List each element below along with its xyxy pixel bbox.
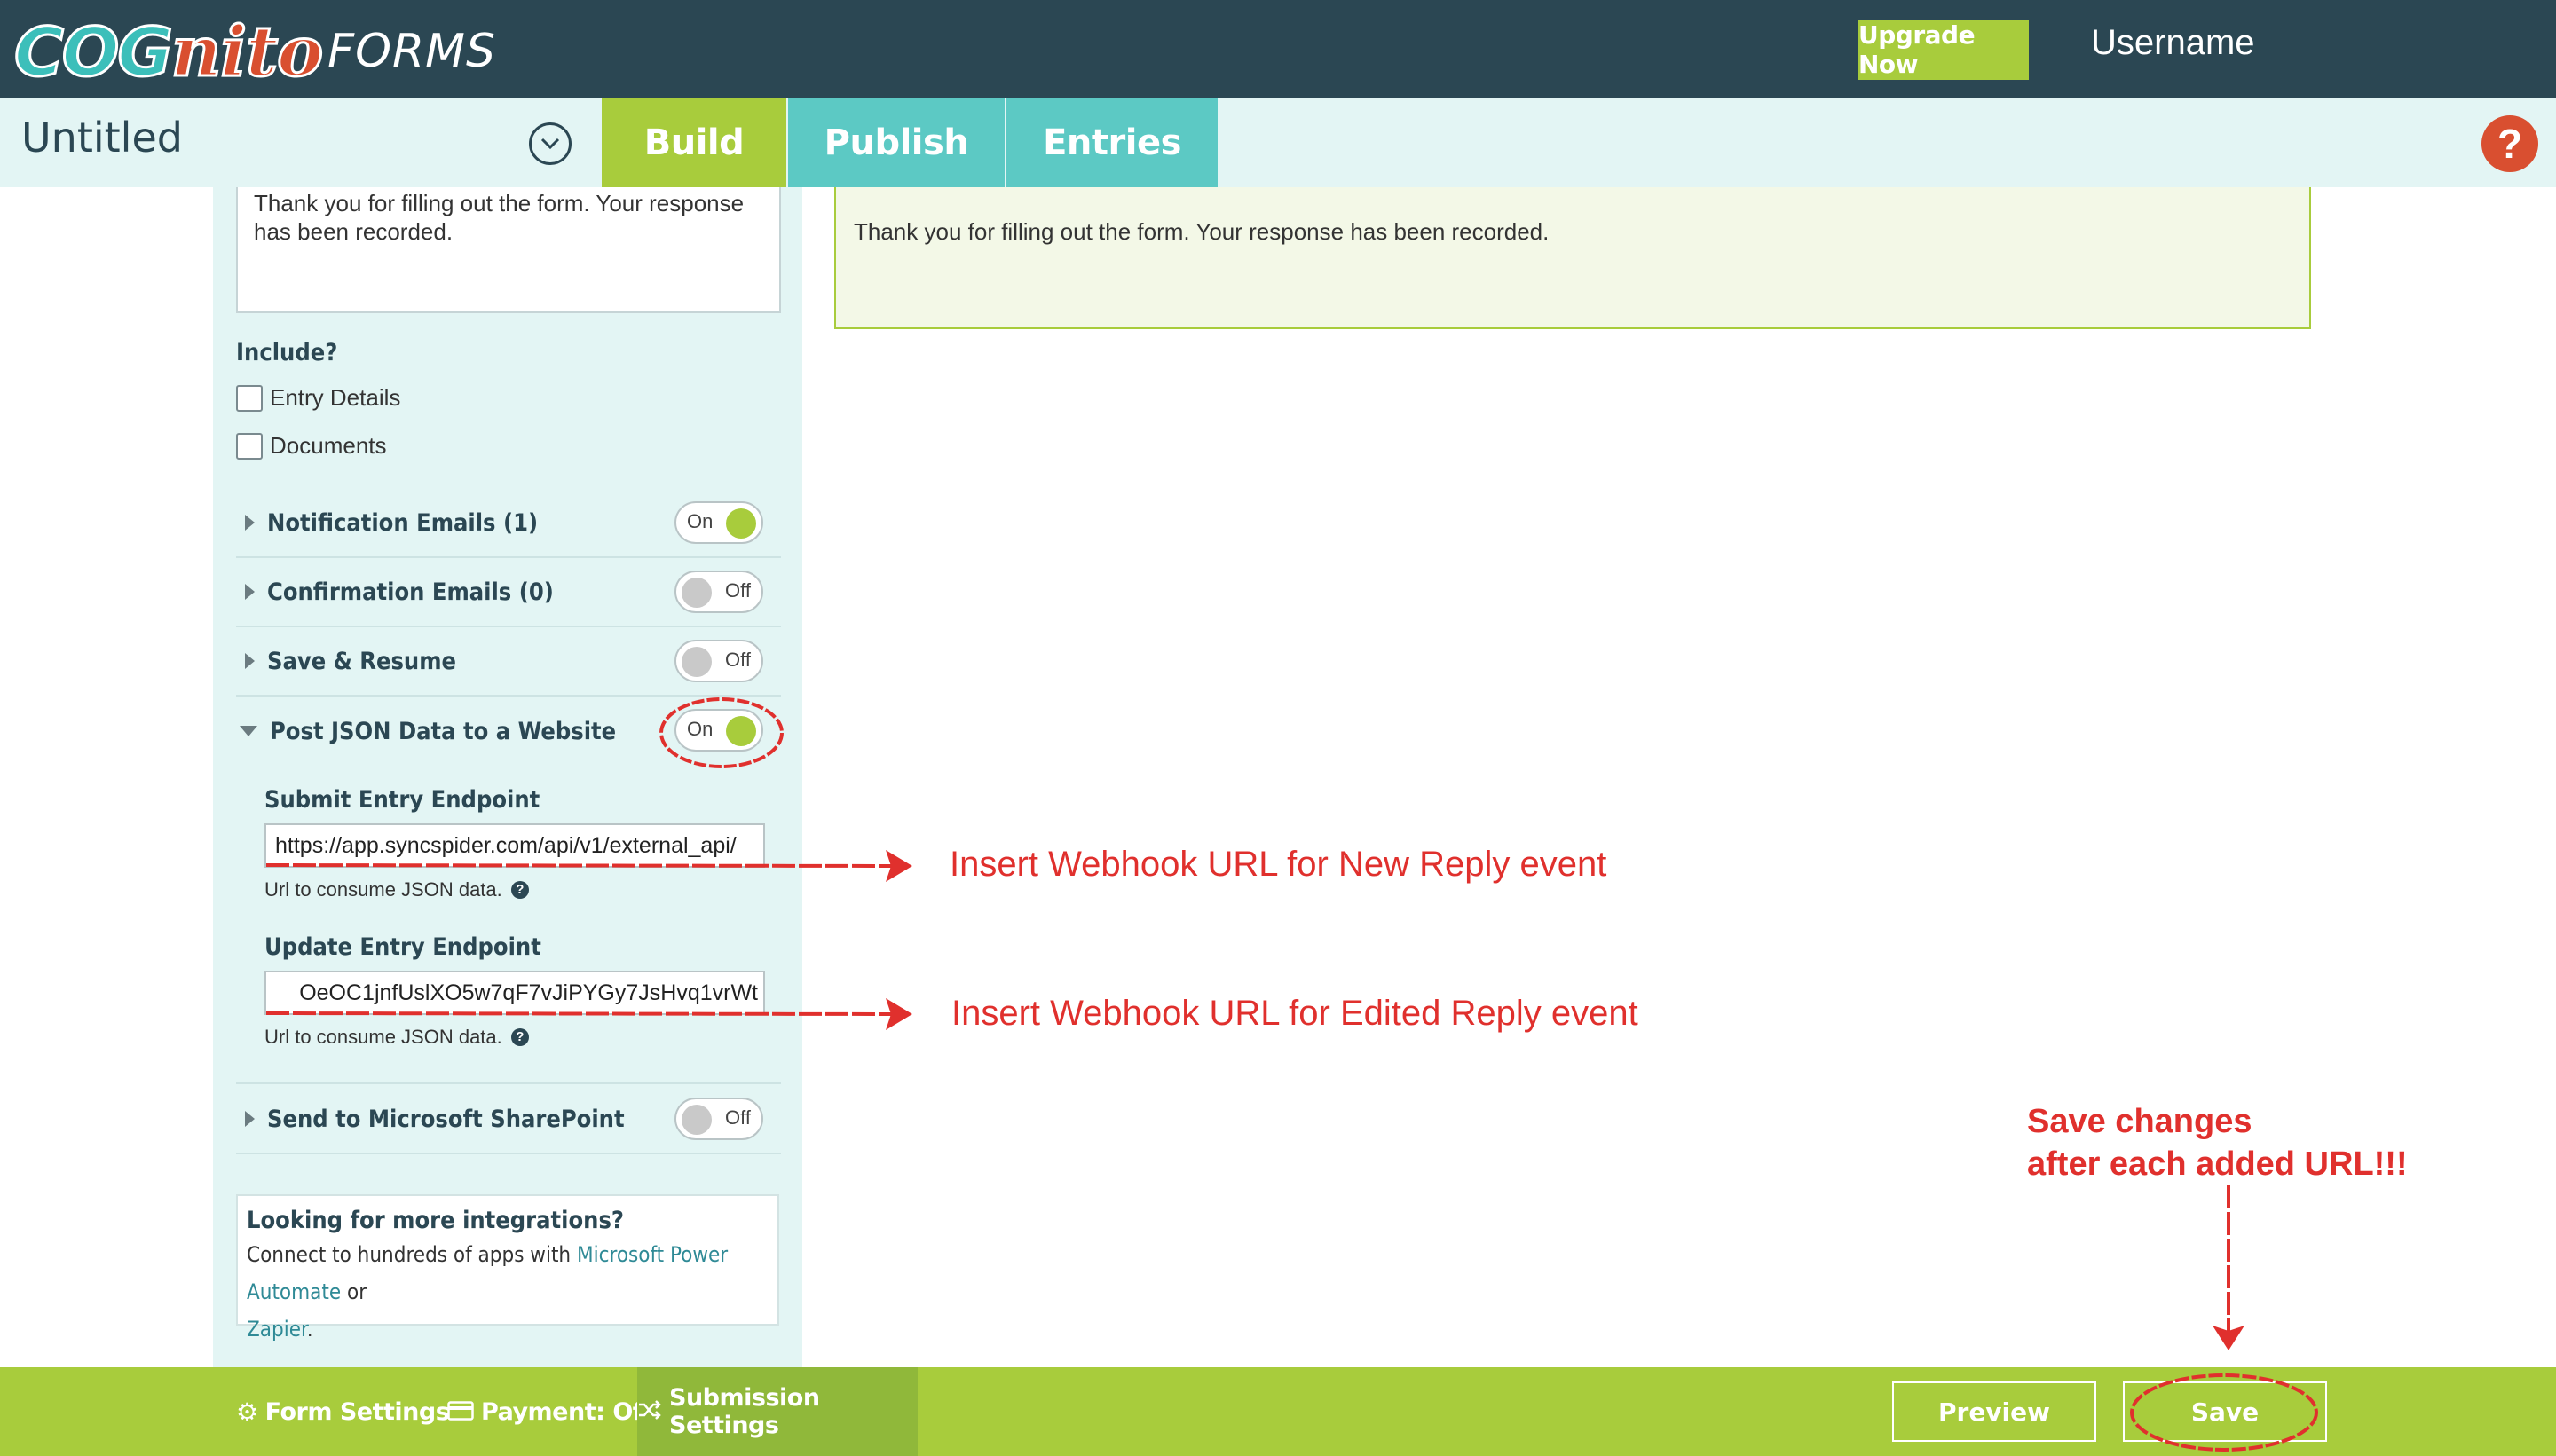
confirmation-preview-box (834, 187, 2311, 329)
section-notification-emails[interactable]: Notification Emails (1) On (236, 489, 781, 558)
logo-nito-text: nito (170, 10, 324, 93)
confirmation-preview-text: Thank you for filling out the form. Your… (854, 218, 1550, 245)
section-label: Post JSON Data to a Website (270, 717, 617, 745)
integrations-text: Connect to hundreds of apps with Microso… (247, 1236, 769, 1348)
credit-card-icon (447, 1397, 474, 1427)
username-menu[interactable]: Username (2091, 23, 2255, 63)
gear-icon: ⚙ (236, 1397, 258, 1427)
section-save-resume[interactable]: Save & Resume Off (236, 627, 781, 697)
documents-label: Documents (270, 432, 387, 459)
tab-build[interactable]: Build (602, 98, 786, 187)
submit-endpoint-value: https://app.syncspider.com/api/v1/extern… (275, 832, 737, 858)
toggle-knob (682, 578, 712, 608)
section-confirmation-emails[interactable]: Confirmation Emails (0) Off (236, 558, 781, 627)
integrations-title: Looking for more integrations? (247, 1207, 625, 1234)
save-resume-toggle[interactable]: Off (674, 640, 763, 682)
integrations-mid: or (341, 1279, 367, 1304)
help-icon[interactable]: ? (2481, 115, 2538, 172)
help-text: Url to consume JSON data. (264, 1026, 502, 1048)
annotation-new-reply: Insert Webhook URL for New Reply event (950, 845, 1607, 884)
save-button[interactable]: Save (2123, 1381, 2327, 1442)
submit-endpoint-input[interactable]: https://app.syncspider.com/api/v1/extern… (264, 823, 765, 868)
section-post-json[interactable]: Post JSON Data to a Website On (236, 697, 781, 766)
sharepoint-toggle[interactable]: Off (674, 1098, 763, 1140)
chevron-down-icon[interactable] (529, 122, 572, 165)
include-label: Include? (236, 339, 338, 366)
post-json-toggle[interactable]: On (674, 709, 763, 752)
toggle-label: On (687, 718, 714, 740)
toggle-label: Off (725, 579, 751, 602)
form-settings-label: Form Settings (264, 1397, 450, 1426)
section-label: Confirmation Emails (0) (267, 578, 554, 606)
toggle-label: Off (725, 649, 751, 671)
expand-arrow-icon (245, 653, 255, 669)
form-nav-bar (0, 98, 2556, 187)
notification-emails-toggle[interactable]: On (674, 501, 763, 544)
entry-details-checkbox[interactable] (236, 384, 263, 412)
form-title[interactable]: Untitled (21, 114, 183, 161)
confirmation-emails-toggle[interactable]: Off (674, 571, 763, 613)
integrations-suffix: . (306, 1317, 313, 1342)
payment-label: Payment: Off (481, 1397, 653, 1426)
update-endpoint-input[interactable]: OeOC1jnfUslXO5w7qF7vJiPYGy7JsHvq1vrWt (264, 971, 765, 1015)
annotation-arrow-save-down (2213, 1185, 2244, 1350)
entry-details-label: Entry Details (270, 384, 401, 411)
confirmation-message-textarea[interactable]: Thank you for filling out the form. Your… (236, 187, 781, 313)
include-documents[interactable]: Documents (236, 432, 387, 460)
integrations-prefix: Connect to hundreds of apps with (247, 1242, 577, 1267)
question-icon[interactable]: ? (510, 881, 529, 899)
section-label: Notification Emails (1) (267, 508, 539, 537)
expand-arrow-icon (245, 1111, 255, 1127)
help-text: Url to consume JSON data. (264, 878, 502, 901)
include-entry-details[interactable]: Entry Details (236, 384, 400, 412)
integrations-box: Looking for more integrations? Connect t… (236, 1194, 779, 1342)
toggle-knob (726, 716, 756, 746)
toggle-knob (726, 508, 756, 539)
collapse-arrow-icon (240, 726, 257, 736)
submission-settings-label: Submission Settings (669, 1384, 820, 1439)
expand-arrow-icon (245, 584, 255, 600)
preview-button[interactable]: Preview (1892, 1381, 2096, 1442)
annotation-save-changes: Save changes after each added URL!!! (2027, 1100, 2408, 1185)
tab-publish[interactable]: Publish (788, 98, 1005, 187)
update-endpoint-help: Url to consume JSON data.? (264, 1026, 529, 1049)
section-label: Save & Resume (267, 647, 457, 675)
logo-cog-text: COG (13, 11, 175, 92)
toggle-knob (682, 1105, 712, 1135)
annotation-save-line2: after each added URL!!! (2027, 1145, 2408, 1183)
submit-endpoint-label: Submit Entry Endpoint (264, 786, 540, 814)
toggle-label: On (687, 510, 714, 532)
tab-payment[interactable]: Payment: Off (447, 1367, 653, 1456)
update-endpoint-label: Update Entry Endpoint (264, 933, 541, 961)
tab-entries[interactable]: Entries (1006, 98, 1218, 187)
shuffle-icon (637, 1397, 662, 1427)
section-sharepoint[interactable]: Send to Microsoft SharePoint Off (236, 1085, 781, 1154)
logo-forms-text: FORMS (327, 25, 497, 78)
annotation-save-line1: Save changes (2027, 1103, 2252, 1140)
question-icon[interactable]: ? (510, 1028, 529, 1046)
toggle-knob (682, 647, 712, 677)
update-endpoint-value: OeOC1jnfUslXO5w7qF7vJiPYGy7JsHvq1vrWt (299, 980, 758, 1005)
submit-endpoint-help: Url to consume JSON data.? (264, 878, 529, 901)
cognito-forms-logo[interactable]: COG nito FORMS (13, 10, 497, 93)
toggle-label: Off (725, 1106, 751, 1129)
tab-submission-settings[interactable]: Submission Settings (637, 1367, 918, 1456)
annotation-edited-reply: Insert Webhook URL for Edited Reply even… (951, 994, 1638, 1033)
upgrade-now-button[interactable]: Upgrade Now (1858, 20, 2029, 80)
expand-arrow-icon (245, 515, 255, 531)
tab-form-settings[interactable]: ⚙ Form Settings (236, 1367, 450, 1456)
section-divider (236, 1082, 781, 1084)
documents-checkbox[interactable] (236, 432, 263, 460)
confirmation-message-text: Thank you for filling out the form. Your… (254, 190, 745, 245)
section-label: Send to Microsoft SharePoint (267, 1105, 625, 1133)
zapier-link[interactable]: Zapier (247, 1317, 307, 1342)
